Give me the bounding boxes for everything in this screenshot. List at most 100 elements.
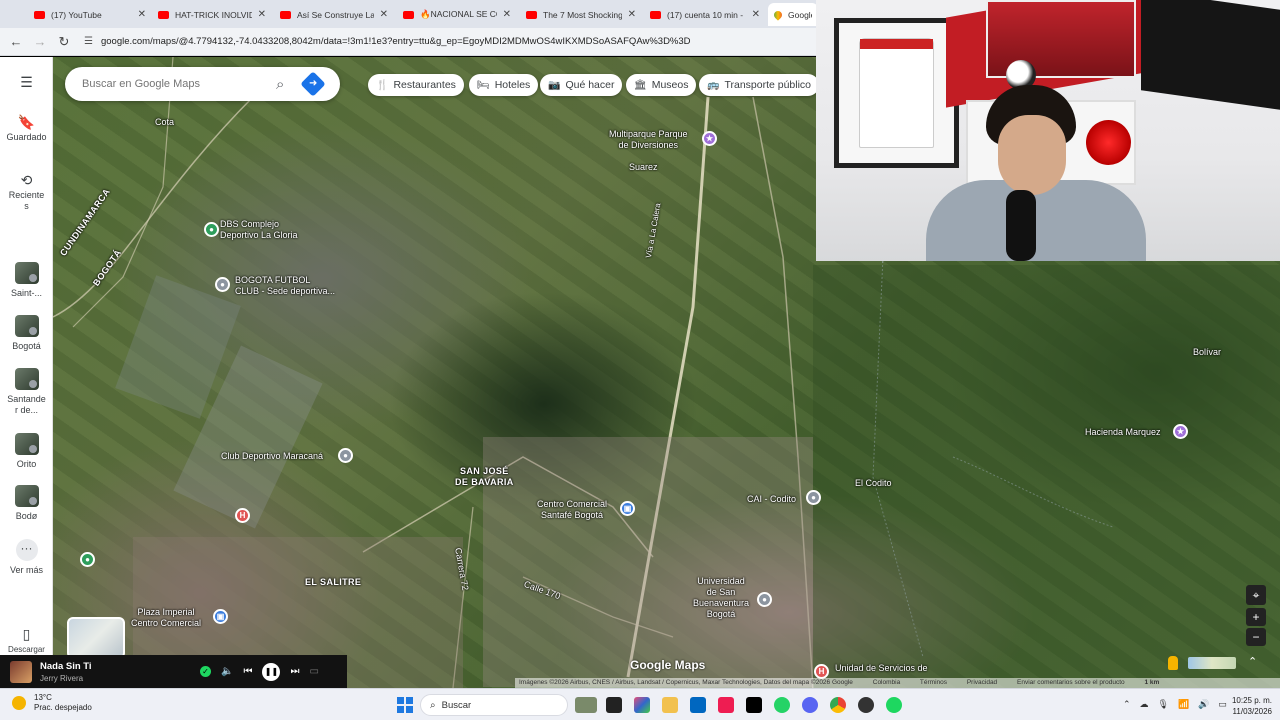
taskbar-search[interactable]: ⌕ Buscar <box>420 694 568 716</box>
close-tab-icon[interactable]: ✕ <box>380 9 388 20</box>
map-label-unidad-de-servicios[interactable]: Unidad de Servicios de <box>835 663 928 674</box>
map-label-el-codito[interactable]: El Codito <box>855 478 892 489</box>
my-location-icon[interactable]: ⌖ <box>1246 585 1266 605</box>
liked-check-icon[interactable]: ✓ <box>200 666 211 677</box>
map-label-hacienda-marquez[interactable]: Hacienda Marquez <box>1085 427 1161 438</box>
zoom-out-button[interactable]: − <box>1246 628 1266 646</box>
scale-label[interactable]: 1 km <box>1144 679 1159 686</box>
sports-club-pin-icon[interactable]: ● <box>215 277 230 292</box>
close-tab-icon[interactable]: ✕ <box>628 9 636 20</box>
layers-strip[interactable] <box>1188 657 1236 669</box>
expand-icon[interactable]: ⌃ <box>1248 655 1257 668</box>
privacy-link[interactable]: Privacidad <box>967 679 997 686</box>
shopping-pin-icon[interactable]: ▣ <box>213 609 228 624</box>
map-label-plaza-imperial[interactable]: Plaza Imperial Centro Comercial <box>131 607 201 629</box>
map-layer-toggle[interactable] <box>67 617 125 659</box>
chip-restaurants[interactable]: 🍴 Restaurantes <box>368 74 464 96</box>
chip-transit[interactable]: 🚌 Transporte público <box>699 74 820 96</box>
feedback-link[interactable]: Enviar comentarios sobre el producto <box>1017 679 1125 686</box>
rail-item-recent[interactable]: ⟲ Reciente s <box>0 173 53 212</box>
hospital-pin-icon[interactable]: H <box>814 664 829 679</box>
chevron-up-icon[interactable]: ⌃ <box>1123 699 1131 710</box>
site-info-icon[interactable]: ☰ <box>84 36 93 47</box>
browser-tab[interactable]: (17) cuenta 10 min - ✕ <box>644 3 766 26</box>
cloud-icon[interactable]: ☁ <box>1140 699 1149 710</box>
browser-tab[interactable]: (17) YouTube ✕ <box>28 3 152 26</box>
mic-icon[interactable]: 🎙 <box>1158 699 1169 710</box>
map-label-multiparque[interactable]: Multiparque Parque de Diversiones <box>609 129 688 151</box>
close-tab-icon[interactable]: ✕ <box>503 9 511 20</box>
rail-item-recent-place[interactable]: Bogotá <box>0 315 53 352</box>
map-label-dbs-complejo[interactable]: DBS Complejo Deportivo La Gloria <box>220 219 298 241</box>
pegman-icon[interactable] <box>1168 656 1178 670</box>
forward-arrow-icon[interactable]: → <box>28 34 52 49</box>
amusement-park-pin-icon[interactable]: ★ <box>702 131 717 146</box>
terms-link[interactable]: Términos <box>920 679 947 686</box>
browser-tab[interactable]: The 7 Most Shocking ✕ <box>520 3 642 26</box>
tiktok-icon[interactable] <box>746 697 762 713</box>
chip-hotels[interactable]: 🛏 Hoteles <box>469 74 539 96</box>
menu-button[interactable]: ☰ <box>0 75 53 92</box>
map-label-bolivar[interactable]: Bolívar <box>1193 347 1221 358</box>
chrome-icon[interactable] <box>830 697 846 713</box>
volume-icon[interactable]: 🔊 <box>1198 699 1209 710</box>
university-pin-icon[interactable]: ● <box>757 592 772 607</box>
close-tab-icon[interactable]: ✕ <box>258 9 266 20</box>
search-icon[interactable]: ⌕ <box>276 76 284 93</box>
store-icon[interactable] <box>690 697 706 713</box>
track-artist[interactable]: Jerry Rivera <box>40 674 200 683</box>
next-track-icon[interactable]: ⏭ <box>290 666 299 677</box>
browser-tab[interactable]: 🔥NACIONAL SE CO ✕ <box>397 3 517 26</box>
reload-icon[interactable]: ↻ <box>52 34 76 50</box>
rail-item-download[interactable]: ▯ Descargar <box>0 627 53 655</box>
directions-icon[interactable]: ➜ <box>300 71 327 97</box>
task-view-icon[interactable] <box>606 697 622 713</box>
file-explorer-icon[interactable] <box>662 697 678 713</box>
map-label-club-maracana[interactable]: Club Deportivo Maracaná <box>221 451 323 462</box>
zoom-in-button[interactable]: + <box>1246 608 1266 626</box>
sports-club-pin-icon[interactable]: ● <box>338 448 353 463</box>
rail-item-recent-place[interactable]: Orito <box>0 433 53 470</box>
browser-tab[interactable]: Así Se Construye La M ✕ <box>274 3 394 26</box>
url-field[interactable]: ☰ google.com/maps/@4.7794132,-74.0433208… <box>84 36 691 47</box>
miniplayer-expand-icon[interactable]: ▭ <box>309 666 318 677</box>
discord-icon[interactable] <box>802 697 818 713</box>
close-tab-icon[interactable]: ✕ <box>138 9 146 20</box>
hacienda-pin-icon[interactable]: ★ <box>1173 424 1188 439</box>
chip-museums[interactable]: 🏛 Museos <box>626 74 697 96</box>
weather-widget[interactable]: 13°C Prac. despejado <box>12 693 92 713</box>
chip-things-to-do[interactable]: 📷 Qué hacer <box>540 74 623 96</box>
map-label-universidad-san-buenaventura[interactable]: Universidad de San Buenaventura Bogotá <box>693 576 749 620</box>
rail-item-recent-place[interactable]: Bodø <box>0 485 53 522</box>
map-label-centro-comercial-santafe[interactable]: Centro Comercial Santafé Bogotá <box>537 499 607 521</box>
track-title[interactable]: Nada Sin Ti <box>40 661 200 672</box>
map-label-bogota-futbol-club[interactable]: BOGOTA FUTBOL CLUB - Sede deportiva... <box>235 275 335 297</box>
start-button[interactable] <box>397 697 413 713</box>
volume-icon[interactable]: 🔈 <box>221 666 233 677</box>
close-tab-icon[interactable]: ✕ <box>752 9 760 20</box>
shopping-pin-icon[interactable]: ▣ <box>620 501 635 516</box>
whatsapp-icon[interactable] <box>774 697 790 713</box>
previous-track-icon[interactable]: ⏮ <box>243 666 252 677</box>
browser-tab-active[interactable]: Google <box>768 3 818 26</box>
rail-item-recent-place[interactable]: Saint-... <box>0 262 53 299</box>
browser-tab[interactable]: HAT-TRICK INOLVIDA ✕ <box>152 3 272 26</box>
obs-icon[interactable] <box>858 697 874 713</box>
rail-item-recent-place[interactable]: Santande r de... <box>0 368 53 416</box>
map-label-cota[interactable]: Cota <box>155 117 174 128</box>
spotify-icon[interactable] <box>886 697 902 713</box>
taskbar-clock[interactable]: 10:25 p. m. 11/03/2026 <box>1222 695 1272 717</box>
copilot-icon[interactable] <box>634 697 650 713</box>
tiktok-red-icon[interactable] <box>718 697 734 713</box>
wifi-icon[interactable]: 📶 <box>1178 699 1189 710</box>
rail-item-saved[interactable]: 🔖 Guardado <box>0 115 53 143</box>
search-input[interactable] <box>82 78 272 90</box>
police-pin-icon[interactable]: ● <box>806 490 821 505</box>
rail-item-more[interactable]: ··· Ver más <box>0 539 53 576</box>
widget-image[interactable] <box>575 697 597 713</box>
park-pin-icon[interactable]: ● <box>80 552 95 567</box>
back-arrow-icon[interactable]: ← <box>4 34 28 49</box>
pause-button[interactable]: ❚❚ <box>262 662 281 681</box>
map-label-suarez[interactable]: Suarez <box>629 162 658 173</box>
sports-complex-pin-icon[interactable]: ● <box>204 222 219 237</box>
